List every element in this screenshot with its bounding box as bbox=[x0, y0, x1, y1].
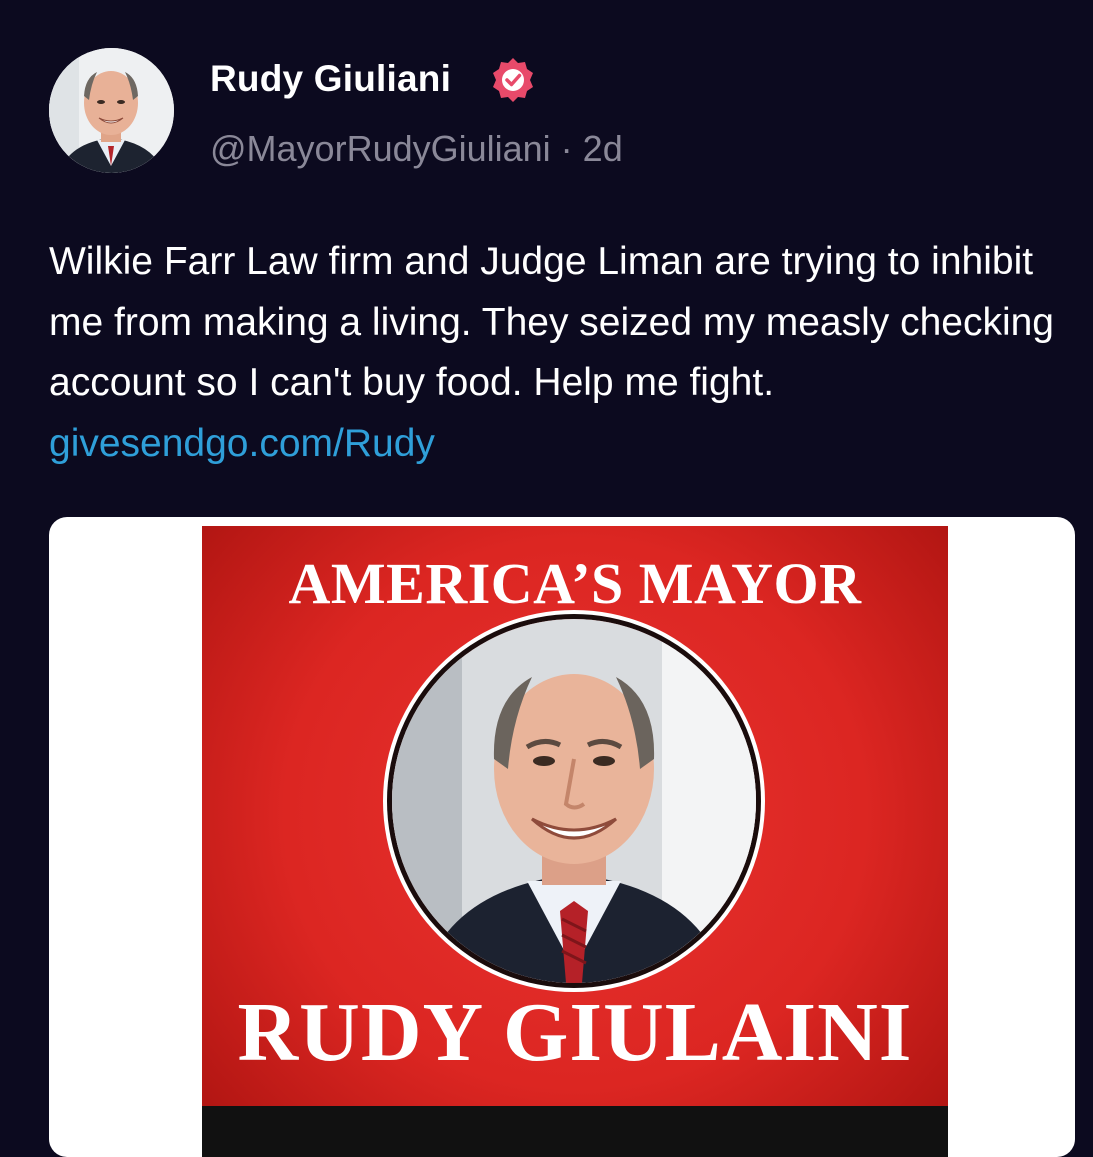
post[interactable]: Rudy Giuliani @MayorRudyGiuliani · 2d Wi… bbox=[0, 0, 1093, 1157]
author-handle[interactable]: @MayorRudyGiuliani bbox=[210, 128, 551, 169]
post-meta: @MayorRudyGiuliani · 2d bbox=[210, 128, 623, 170]
post-body: Wilkie Farr Law firm and Judge Liman are… bbox=[49, 232, 1079, 474]
poster-headline-bottom: RUDY GIULAINI bbox=[237, 986, 913, 1079]
text-link-gap bbox=[774, 361, 850, 404]
poster-portrait bbox=[392, 619, 756, 983]
post-time[interactable]: 2d bbox=[583, 128, 623, 169]
meta-separator: · bbox=[550, 128, 583, 169]
avatar-photo-icon bbox=[49, 48, 174, 173]
media-card[interactable]: AMERICA’S MAYOR RUDY GIULAINI bbox=[49, 517, 1075, 1157]
external-link[interactable]: givesendgo.com/Rudy bbox=[49, 422, 435, 465]
verified-badge-icon bbox=[493, 58, 533, 102]
author-avatar[interactable] bbox=[49, 48, 174, 173]
poster-headline-top: AMERICA’S MAYOR bbox=[288, 551, 862, 616]
post-text: Wilkie Farr Law firm and Judge Liman are… bbox=[49, 240, 1065, 404]
portrait-photo-icon bbox=[392, 619, 756, 983]
poster-image: AMERICA’S MAYOR RUDY GIULAINI bbox=[202, 526, 948, 1157]
author-name[interactable]: Rudy Giuliani bbox=[210, 58, 451, 100]
